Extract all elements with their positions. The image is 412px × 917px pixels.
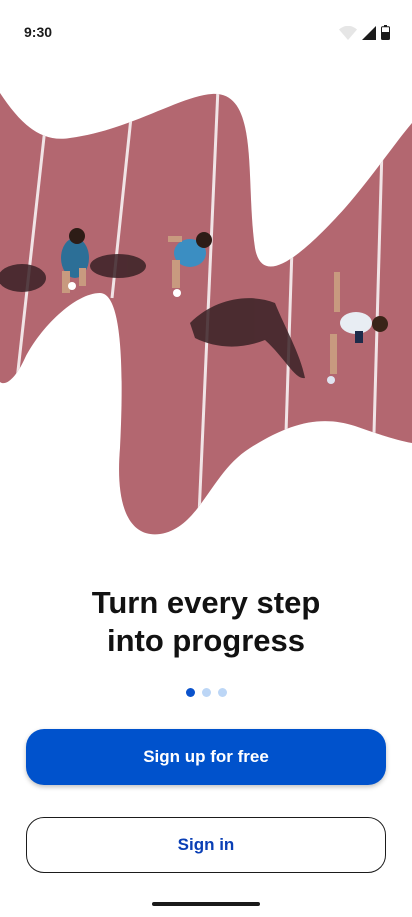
hero-image	[0, 93, 412, 535]
headline-line-2: into progress	[106, 623, 306, 658]
headline-line-1: Turn every step	[91, 585, 321, 620]
page-dot-3[interactable]	[217, 688, 227, 697]
status-bar: 9:30	[0, 0, 412, 64]
signin-button[interactable]: Sign in	[26, 817, 386, 873]
page-dot-1[interactable]	[185, 688, 195, 697]
page-indicator	[0, 688, 412, 697]
onboarding-headline: Turn every step into progress	[0, 584, 412, 660]
status-icons	[339, 25, 390, 40]
page-dot-2[interactable]	[201, 688, 211, 697]
home-indicator[interactable]	[152, 902, 260, 906]
status-time: 9:30	[24, 24, 53, 40]
cellular-signal-icon	[362, 26, 376, 40]
signup-button[interactable]: Sign up for free	[26, 729, 386, 785]
battery-icon	[381, 25, 390, 40]
wifi-icon	[339, 26, 357, 40]
